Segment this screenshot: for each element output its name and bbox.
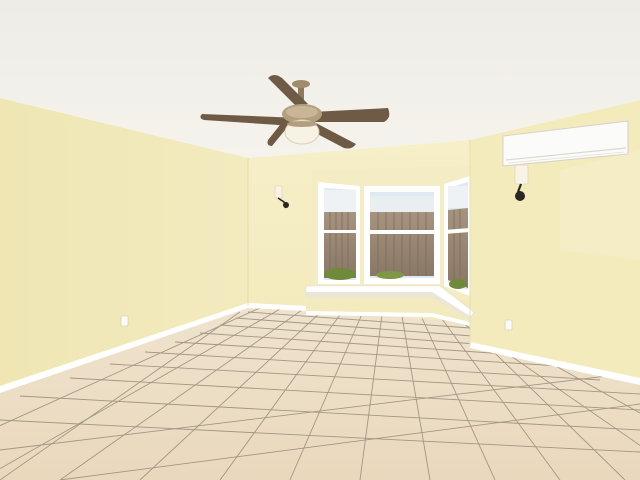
foliage [324, 268, 356, 280]
power-outlet [504, 319, 513, 331]
room-photo [0, 0, 640, 480]
bay-window [305, 166, 475, 320]
power-outlet [120, 315, 129, 327]
